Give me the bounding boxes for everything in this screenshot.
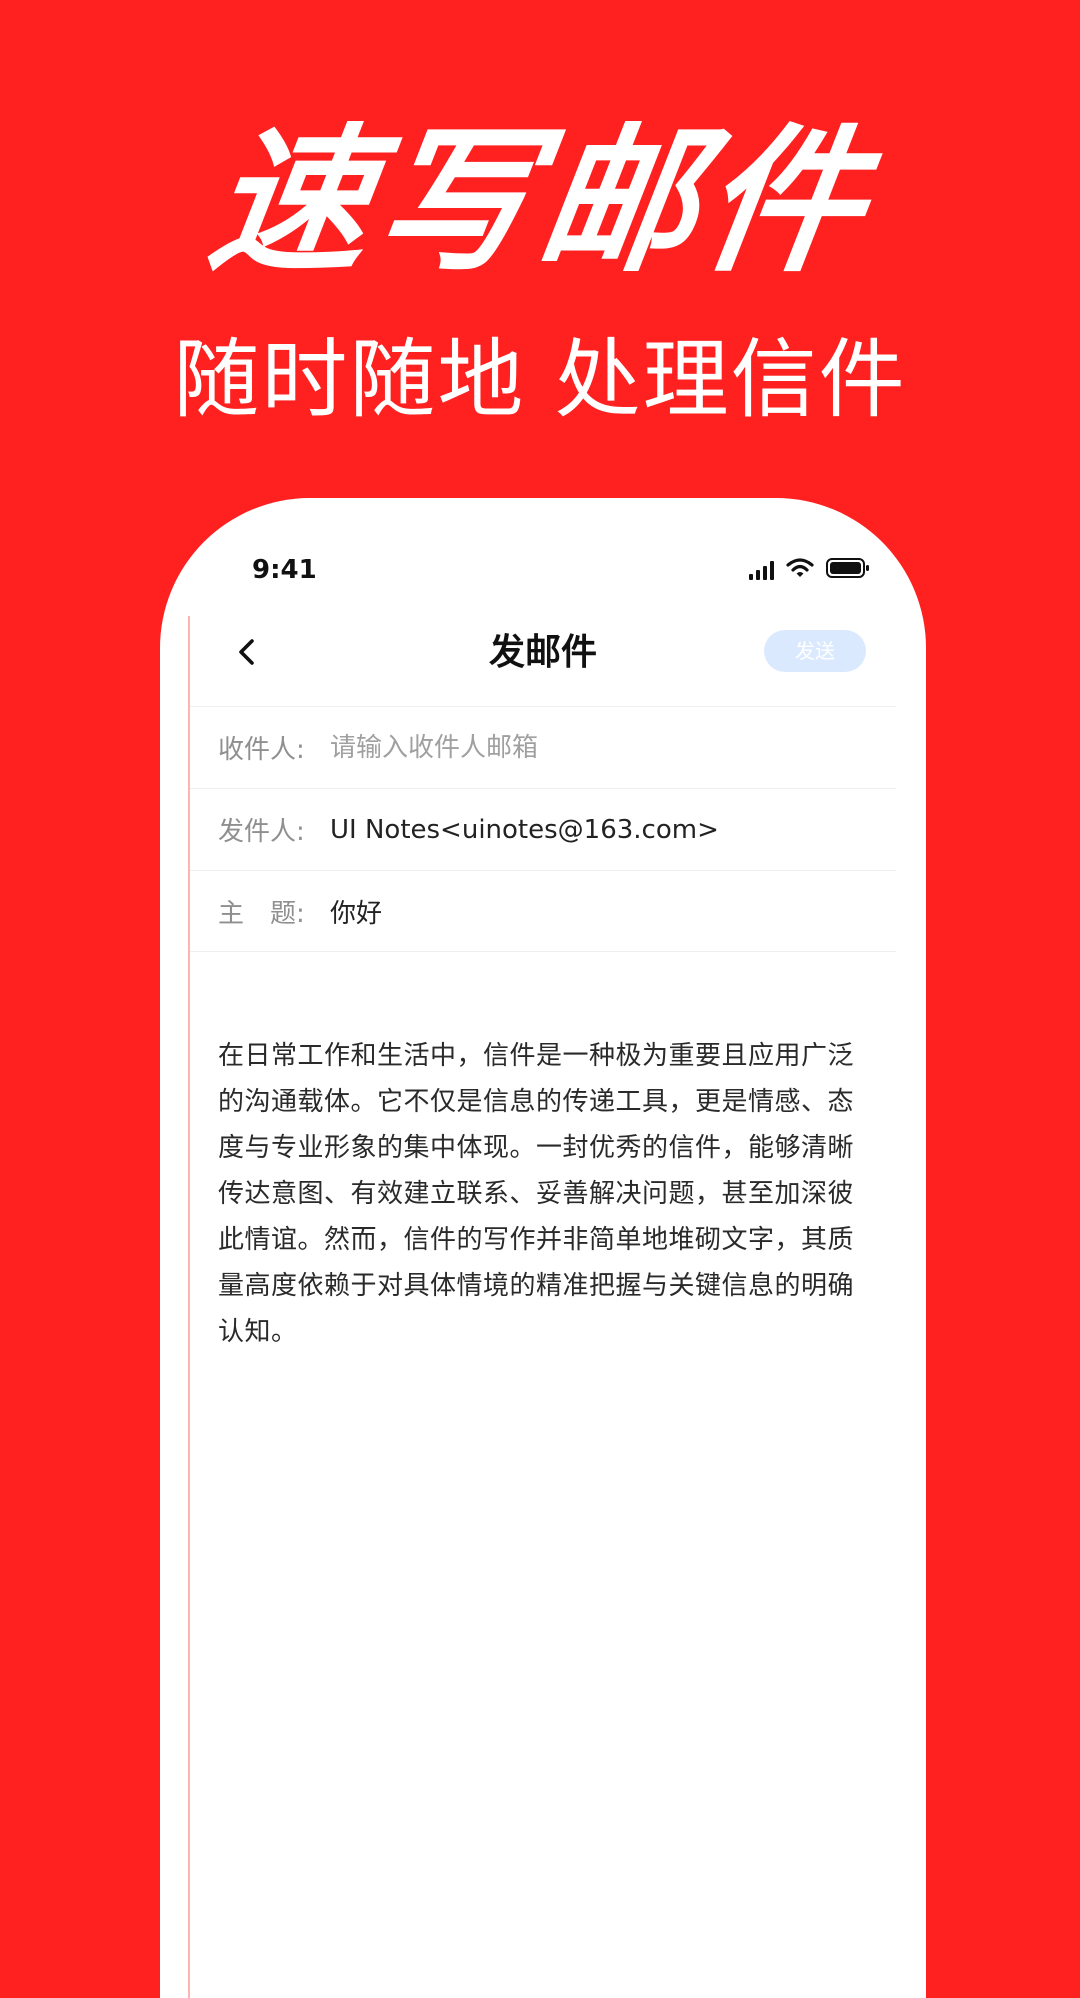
sender-value: UI Notes<uinotes@163.com>: [330, 814, 719, 845]
recipient-input[interactable]: [330, 732, 850, 763]
wifi-icon: [786, 557, 814, 583]
hero-title: 速写邮件: [199, 110, 881, 294]
status-time: 9:41: [252, 555, 317, 585]
hero-subtitle: 随时随地 处理信件: [173, 330, 907, 430]
subject-label: 主 题:: [218, 898, 305, 929]
recipient-label: 收件人:: [218, 735, 305, 765]
status-icons: [749, 557, 870, 583]
chevron-left-icon[interactable]: [228, 632, 268, 672]
email-body[interactable]: 在日常工作和生活中，信件是一种极为重要且应用广泛的沟通载体。它不仅是信息的传递工…: [218, 1033, 858, 1355]
phone-mockup: 9:41 发邮件 发送 收件人: 请输入收件人邮箱 发件人: UI Notes<…: [160, 498, 926, 1998]
nav-bar: 发邮件 发送: [190, 610, 896, 696]
sender-label: 发件人:: [218, 817, 305, 847]
status-bar: 9:41: [160, 550, 926, 590]
subject-input[interactable]: 你好: [330, 893, 382, 930]
send-button[interactable]: 发送: [764, 630, 866, 672]
compose-form: 收件人: 发件人: UI Notes<uinotes@163.com> 主 题:…: [190, 706, 896, 952]
battery-icon: [826, 557, 870, 583]
subject-row: 主 题: 你好: [190, 870, 896, 952]
recipient-row: 收件人:: [190, 706, 896, 788]
sender-row: 发件人: UI Notes<uinotes@163.com>: [190, 788, 896, 870]
signal-icon: [749, 560, 774, 580]
